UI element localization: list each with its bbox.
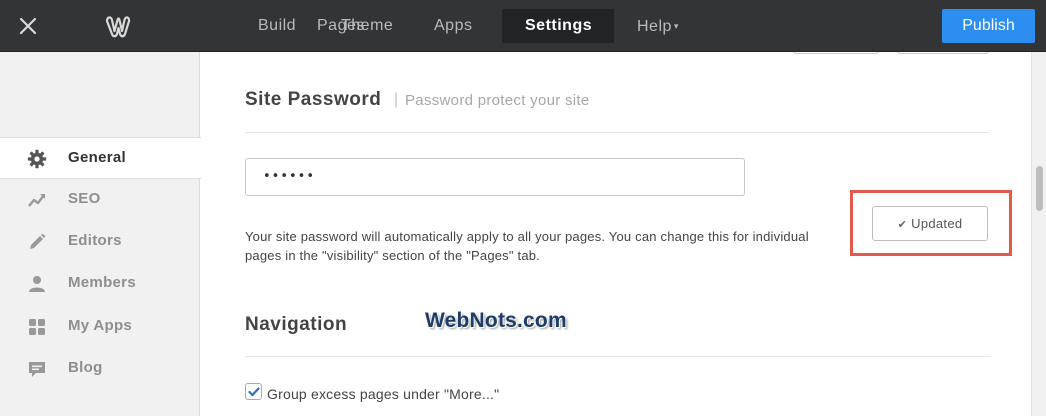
- sidebar-item-seo[interactable]: SEO: [0, 179, 200, 221]
- tab-settings[interactable]: Settings: [502, 9, 614, 43]
- checkmark-icon: [248, 387, 260, 397]
- section-title: Site Password: [245, 89, 382, 110]
- password-input[interactable]: ••••••: [245, 158, 745, 196]
- settings-sidebar: General SEO Editors Members My Apps Blog: [0, 52, 201, 416]
- sidebar-item-editors[interactable]: Editors: [0, 221, 200, 263]
- sidebar-item-blog[interactable]: Blog: [0, 348, 200, 390]
- sidebar-item-label: General: [68, 149, 126, 166]
- settings-main: Site Password | Password protect your si…: [201, 52, 1031, 416]
- weebly-logo-icon[interactable]: [104, 12, 132, 40]
- apps-grid-icon: [27, 317, 47, 337]
- comment-icon: [27, 359, 47, 379]
- checkbox-label: Group excess pages under "More...": [267, 386, 500, 402]
- gear-icon: [27, 149, 47, 169]
- partial-button[interactable]: [793, 52, 879, 54]
- main-nav: Build Pages Theme Apps Settings Help ▾: [240, 9, 694, 43]
- trend-chart-icon: [27, 190, 47, 210]
- top-bar: Build Pages Theme Apps Settings Help ▾ Pu…: [0, 0, 1046, 52]
- watermark: WebNots.com: [425, 309, 567, 332]
- tab-pages[interactable]: Pages: [212, 9, 364, 43]
- tab-help[interactable]: Help ▾: [614, 9, 694, 43]
- title-separator: |: [394, 91, 399, 108]
- navigation-title: Navigation: [245, 314, 348, 335]
- close-icon[interactable]: [16, 14, 40, 38]
- updated-button[interactable]: ✔ Updated: [872, 206, 988, 241]
- password-description: Your site password will automatically ap…: [245, 229, 809, 263]
- chevron-down-icon: ▾: [673, 21, 679, 31]
- group-pages-checkbox[interactable]: [245, 383, 262, 400]
- person-icon: [27, 274, 47, 294]
- partial-button[interactable]: [897, 52, 989, 54]
- scrollbar[interactable]: [1031, 52, 1046, 416]
- checkmark-icon: ✔: [897, 219, 908, 231]
- publish-button[interactable]: Publish: [942, 9, 1035, 43]
- sidebar-item-my-apps[interactable]: My Apps: [0, 306, 200, 348]
- divider: [245, 356, 991, 357]
- tab-theme[interactable]: Theme: [317, 9, 414, 43]
- sidebar-item-label: Blog: [68, 359, 103, 376]
- divider: [245, 132, 989, 133]
- sidebar-item-label: Members: [68, 274, 136, 291]
- sidebar-item-members[interactable]: Members: [0, 263, 200, 305]
- sidebar-item-label: SEO: [68, 190, 101, 207]
- sidebar-item-label: Editors: [68, 232, 122, 249]
- sidebar-item-general[interactable]: General: [0, 137, 201, 179]
- scrollbar-thumb[interactable]: [1036, 166, 1043, 211]
- section-subtitle: Password protect your site: [405, 92, 590, 109]
- tab-apps[interactable]: Apps: [414, 9, 500, 43]
- pencil-icon: [27, 232, 47, 252]
- sidebar-item-label: My Apps: [68, 317, 133, 334]
